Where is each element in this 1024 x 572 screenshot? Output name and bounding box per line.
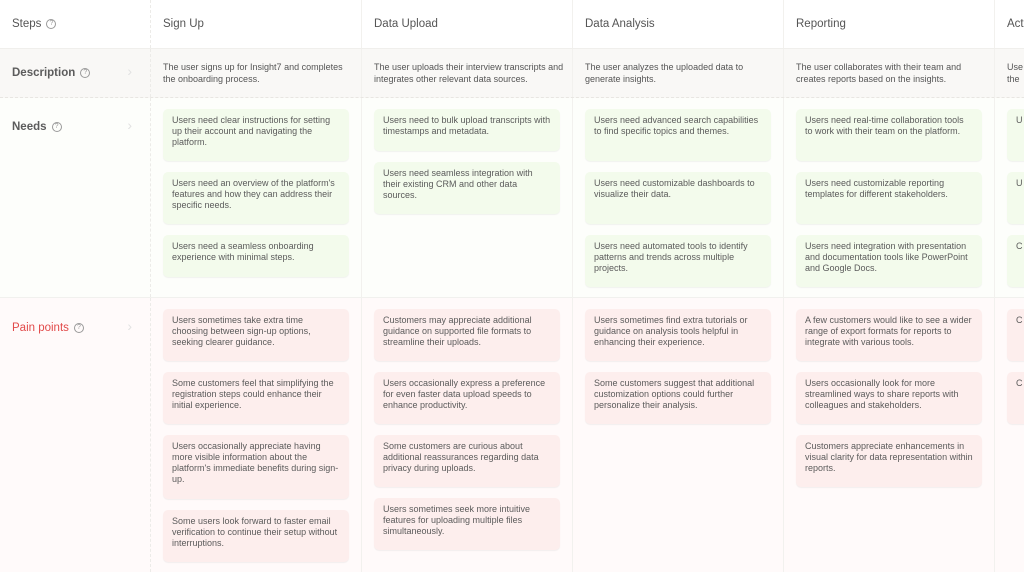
description-text: The user collaborates with their team an… xyxy=(796,62,962,84)
needs-cell: Users need advanced search capabilities … xyxy=(573,98,784,297)
step-title: Reporting xyxy=(796,18,846,30)
step-title: Act xyxy=(1007,18,1024,30)
need-card[interactable]: Users need seamless integration with the… xyxy=(374,162,560,214)
pain-card-list: Users sometimes take extra time choosing… xyxy=(163,309,349,562)
pain-points-cell: Users sometimes take extra time choosing… xyxy=(151,298,362,572)
needs-card-list: Users need to bulk upload transcripts wi… xyxy=(374,109,560,214)
step-title: Sign Up xyxy=(163,18,204,30)
need-card[interactable]: Users need a seamless onboarding experie… xyxy=(163,235,349,277)
pain-card[interactable]: Customers appreciate enhancements in vis… xyxy=(796,435,982,487)
needs-cell: Users need to bulk upload transcripts wi… xyxy=(362,98,573,297)
help-icon[interactable]: ? xyxy=(46,19,57,29)
step-column-header[interactable]: Act xyxy=(995,0,1024,48)
description-label: Description ? xyxy=(12,67,91,79)
pain-card[interactable]: Users occasionally look for more streaml… xyxy=(796,372,982,424)
pain-card[interactable]: C cl a xyxy=(1007,372,1024,424)
pain-card[interactable]: Some users look forward to faster email … xyxy=(163,510,349,562)
need-card[interactable]: Users need real-time collaboration tools… xyxy=(796,109,982,161)
pain-points-cell: Users sometimes find extra tutorials or … xyxy=(573,298,784,572)
pain-card[interactable]: Users occasionally appreciate having mor… xyxy=(163,435,349,499)
pain-card[interactable]: Some customers are curious about additio… xyxy=(374,435,560,487)
needs-label: Needs ? xyxy=(12,121,62,133)
step-title: Data Analysis xyxy=(585,18,655,30)
chevron-right-icon[interactable]: › xyxy=(127,117,132,133)
needs-label-cell[interactable]: Needs ? › xyxy=(0,98,151,297)
pain-card[interactable]: C ab ca xyxy=(1007,309,1024,361)
need-card[interactable]: Users need automated tools to identify p… xyxy=(585,235,771,287)
needs-cell: Users need clear instructions for settin… xyxy=(151,98,362,297)
help-icon[interactable]: ? xyxy=(73,323,84,333)
pain-card[interactable]: Some customers suggest that additional c… xyxy=(585,372,771,424)
pain-points-label-cell[interactable]: Pain points ? › xyxy=(0,298,151,572)
description-text: The user uploads their interview transcr… xyxy=(374,62,564,84)
description-cell: The user analyzes the uploaded data to g… xyxy=(573,49,784,97)
pain-card[interactable]: Some customers feel that simplifying the… xyxy=(163,372,349,424)
needs-card-list: U q th U w ac C ac xyxy=(1007,109,1024,287)
need-card[interactable]: Users need customizable reporting templa… xyxy=(796,172,982,224)
need-card[interactable]: U w ac xyxy=(1007,172,1024,224)
needs-cell: Users need real-time collaboration tools… xyxy=(784,98,995,297)
pain-card[interactable]: Users sometimes find extra tutorials or … xyxy=(585,309,771,361)
pain-points-cell: C ab ca C cl a xyxy=(995,298,1024,572)
step-title: Data Upload xyxy=(374,18,438,30)
description-text: The user analyzes the uploaded data to g… xyxy=(585,62,744,84)
description-row: Description ? › The user signs up for In… xyxy=(0,49,1024,98)
description-text: The user signs up for Insight7 and compl… xyxy=(163,62,343,84)
needs-card-list: Users need clear instructions for settin… xyxy=(163,109,349,277)
pain-card[interactable]: Customers may appreciate additional guid… xyxy=(374,309,560,361)
pain-points-label: Pain points ? xyxy=(12,322,84,334)
need-card[interactable]: Users need an overview of the platform's… xyxy=(163,172,349,224)
description-text: Use the xyxy=(1007,62,1024,84)
pain-card[interactable]: Users sometimes seek more intuitive feat… xyxy=(374,498,560,550)
chevron-right-icon[interactable]: › xyxy=(127,318,132,334)
needs-row: Needs ? › Users need clear instructions … xyxy=(0,98,1024,298)
need-card[interactable]: Users need clear instructions for settin… xyxy=(163,109,349,161)
description-label-cell[interactable]: Description ? › xyxy=(0,49,151,97)
steps-label-cell: Steps ? xyxy=(0,0,151,48)
steps-row: Steps ? Sign Up Data Upload Data Analysi… xyxy=(0,0,1024,49)
pain-card-list: C ab ca C cl a xyxy=(1007,309,1024,424)
needs-card-list: Users need real-time collaboration tools… xyxy=(796,109,982,287)
need-card[interactable]: Users need customizable dashboards to vi… xyxy=(585,172,771,224)
pain-card[interactable]: A few customers would like to see a wide… xyxy=(796,309,982,361)
step-column-header[interactable]: Reporting xyxy=(784,0,995,48)
pain-card[interactable]: Users sometimes take extra time choosing… xyxy=(163,309,349,361)
description-cell: The user signs up for Insight7 and compl… xyxy=(151,49,362,97)
description-cell: The user collaborates with their team an… xyxy=(784,49,995,97)
pain-points-cell: Customers may appreciate additional guid… xyxy=(362,298,573,572)
pain-card-list: Customers may appreciate additional guid… xyxy=(374,309,560,550)
need-card[interactable]: Users need advanced search capabilities … xyxy=(585,109,771,161)
need-card[interactable]: Users need integration with presentation… xyxy=(796,235,982,287)
step-column-header[interactable]: Sign Up xyxy=(151,0,362,48)
pain-points-row: Pain points ? › Users sometimes take ext… xyxy=(0,298,1024,572)
description-cell: Use the xyxy=(995,49,1024,97)
pain-points-cell: A few customers would like to see a wide… xyxy=(784,298,995,572)
step-column-header[interactable]: Data Analysis xyxy=(573,0,784,48)
need-card[interactable]: Users need to bulk upload transcripts wi… xyxy=(374,109,560,151)
pain-card-list: Users sometimes find extra tutorials or … xyxy=(585,309,771,424)
need-card[interactable]: U q th xyxy=(1007,109,1024,161)
description-cell: The user uploads their interview transcr… xyxy=(362,49,573,97)
journey-map-grid: Steps ? Sign Up Data Upload Data Analysi… xyxy=(0,0,1024,572)
chevron-right-icon[interactable]: › xyxy=(127,63,132,79)
help-icon[interactable]: ? xyxy=(51,122,62,132)
steps-label: Steps ? xyxy=(12,18,57,30)
help-icon[interactable]: ? xyxy=(80,68,91,78)
needs-card-list: Users need advanced search capabilities … xyxy=(585,109,771,287)
step-column-header[interactable]: Data Upload xyxy=(362,0,573,48)
pain-card-list: A few customers would like to see a wide… xyxy=(796,309,982,487)
need-card[interactable]: C ac xyxy=(1007,235,1024,287)
needs-cell: U q th U w ac C ac xyxy=(995,98,1024,297)
pain-card[interactable]: Users occasionally express a preference … xyxy=(374,372,560,424)
